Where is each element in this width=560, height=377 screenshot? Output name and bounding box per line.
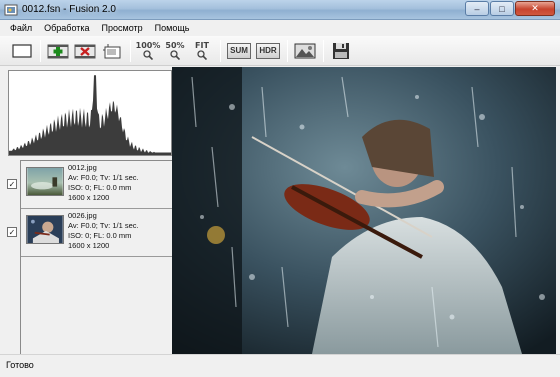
file-exposure: Av: F0.0; Tv: 1/1 sec. [68,221,139,230]
zoom-50-button[interactable]: 50% [163,40,187,62]
close-button[interactable]: ✕ [515,1,555,16]
file-dimensions: 1600 x 1200 [68,193,110,202]
menu-help[interactable]: Помощь [149,20,196,36]
list-item[interactable]: ✓ 0026.jpg Av: F0.0; Tv: 1/1 sec. ISO: 0… [7,209,173,257]
zoom-fit-label: FIT [195,41,209,50]
toolbar-separator [40,39,41,62]
menu-processing[interactable]: Обработка [38,20,95,36]
file-checkbox[interactable]: ✓ [7,227,17,237]
title-bar: 0012.fsn - Fusion 2.0 – □ ✕ [0,0,560,20]
thumbnail [26,215,64,244]
maximize-button[interactable]: □ [490,1,514,16]
preview-photo [172,67,556,354]
menu-view[interactable]: Просмотр [96,20,149,36]
magnifier-icon [197,50,207,60]
hdr-button[interactable]: HDR [255,40,281,62]
toggle-panel-button[interactable] [10,40,34,62]
histogram [8,70,172,156]
menu-bar: Файл Обработка Просмотр Помощь [0,20,560,36]
image-settings-button[interactable] [293,40,317,62]
histogram-graph [9,75,171,155]
file-iso: ISO: 0; FL: 0.0 mm [68,183,132,192]
crop-icon [103,43,121,58]
file-exposure: Av: F0.0; Tv: 1/1 sec. [68,173,139,182]
toolbar-separator [323,39,324,62]
file-info: 0026.jpg Av: F0.0; Tv: 1/1 sec. ISO: 0; … [68,211,139,251]
file-name: 0012.jpg [68,163,97,172]
file-list: ✓ 0012.jpg Av: F0.0; Tv: 1/1 sec. ISO: 0… [7,160,173,354]
floppy-disk-icon [333,42,349,59]
app-icon [4,4,18,16]
zoom-50-label: 50% [165,41,185,50]
save-button[interactable] [329,40,353,62]
file-name: 0026.jpg [68,211,97,220]
toolbar-separator [130,39,131,62]
window-controls: – □ ✕ [464,1,555,16]
file-checkbox[interactable]: ✓ [7,179,17,189]
app-window: 0012.fsn - Fusion 2.0 – □ ✕ Файл Обработ… [0,0,560,377]
file-info: 0012.jpg Av: F0.0; Tv: 1/1 sec. ISO: 0; … [68,163,139,203]
list-item[interactable]: ✓ 0012.jpg Av: F0.0; Tv: 1/1 sec. ISO: 0… [7,161,173,209]
remove-film-icon [74,44,96,58]
toolbar-separator [220,39,221,62]
landscape-icon [294,43,316,58]
left-panel: ✓ 0012.jpg Av: F0.0; Tv: 1/1 sec. ISO: 0… [0,67,173,354]
zoom-fit-button[interactable]: FIT [190,40,214,62]
thumbnail [26,167,64,196]
sum-label: SUM [227,42,251,59]
zoom-100-button[interactable]: 100% [136,40,160,62]
sum-button[interactable]: SUM [226,40,252,62]
menu-file[interactable]: Файл [4,20,38,36]
crop-button[interactable] [100,40,124,62]
zoom-100-label: 100% [135,41,161,50]
add-film-icon [47,44,69,58]
status-bar: Готово [0,354,560,377]
add-image-button[interactable] [46,40,70,62]
file-dimensions: 1600 x 1200 [68,241,110,250]
magnifier-icon [170,50,180,60]
image-view[interactable] [172,67,556,354]
status-text: Готово [6,360,34,370]
file-iso: ISO: 0; FL: 0.0 mm [68,231,132,240]
hdr-label: HDR [256,42,280,59]
panel-icon [12,43,32,58]
magnifier-icon [143,50,153,60]
minimize-button[interactable]: – [465,1,489,16]
toolbar: 100% 50% FIT SUM HDR [0,36,560,66]
remove-image-button[interactable] [73,40,97,62]
window-title: 0012.fsn - Fusion 2.0 [22,4,116,15]
toolbar-separator [287,39,288,62]
histogram-area [9,75,171,155]
